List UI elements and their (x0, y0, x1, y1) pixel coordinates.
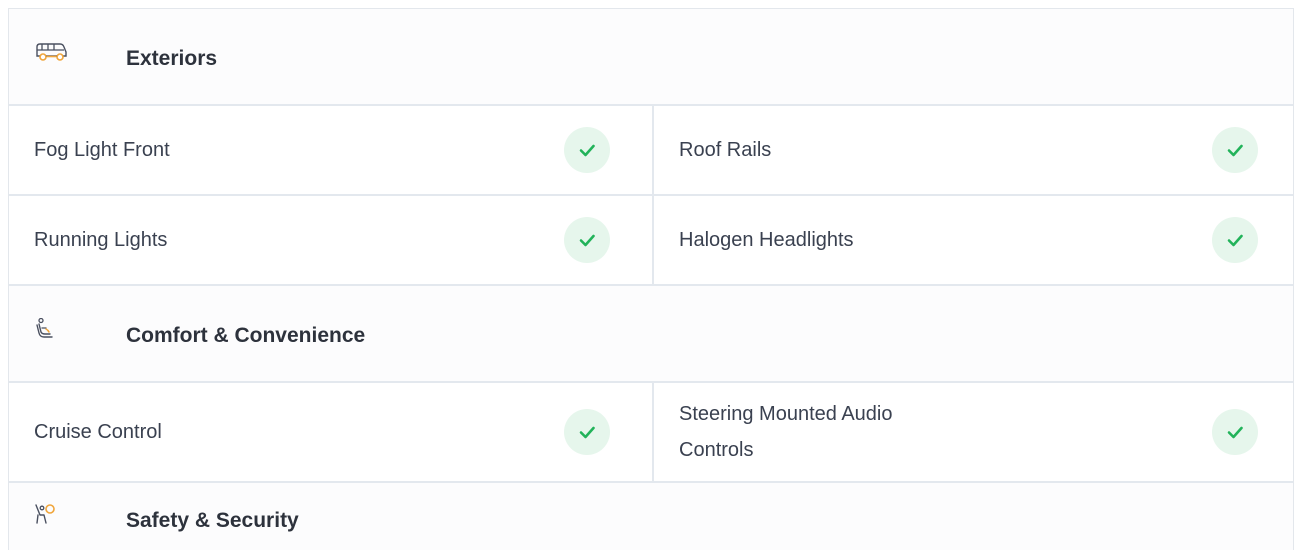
feature-label: Roof Rails (679, 139, 772, 161)
feature-cell: Running Lights (9, 196, 652, 284)
feature-cell: Fog Light Front (9, 106, 652, 194)
feature-label: Running Lights (34, 229, 168, 251)
section-header-safety: Safety & Security (9, 483, 1293, 550)
section-title: Safety & Security (126, 509, 299, 532)
feature-label: Steering Mounted Audio Controls (679, 403, 893, 461)
feature-row: Cruise Control Steering Mounted Audio Co… (9, 383, 1293, 483)
check-icon (564, 217, 610, 263)
feature-row: Running Lights Halogen Headlights (9, 196, 1293, 286)
feature-label: Fog Light Front (34, 139, 170, 161)
check-icon (564, 409, 610, 455)
seat-icon (33, 317, 69, 340)
section-title: Comfort & Convenience (126, 324, 366, 347)
feature-label: Cruise Control (34, 421, 162, 443)
features-table: Exteriors Fog Light Front Roof Rails Run… (8, 8, 1294, 550)
check-icon (1212, 217, 1258, 263)
check-icon (1212, 409, 1258, 455)
check-icon (1212, 127, 1258, 173)
feature-label: Halogen Headlights (679, 229, 854, 251)
section-title: Exteriors (126, 47, 218, 70)
feature-cell: Cruise Control (9, 383, 652, 481)
section-header-comfort: Comfort & Convenience (9, 286, 1293, 383)
airbag-icon (33, 503, 69, 525)
car-icon (33, 41, 69, 63)
feature-cell: Steering Mounted Audio Controls (652, 383, 1295, 481)
section-header-exteriors: Exteriors (9, 9, 1293, 106)
feature-cell: Halogen Headlights (652, 196, 1295, 284)
feature-cell: Roof Rails (652, 106, 1295, 194)
feature-row: Fog Light Front Roof Rails (9, 106, 1293, 196)
check-icon (564, 127, 610, 173)
